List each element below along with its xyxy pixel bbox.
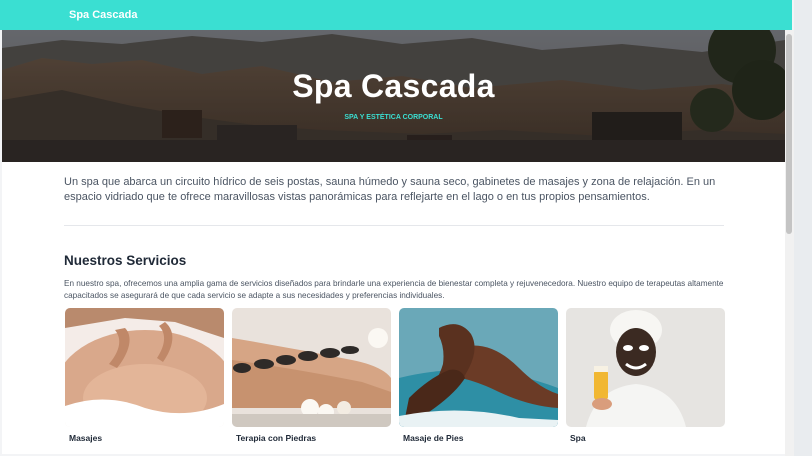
service-label: Terapia con Piedras xyxy=(236,433,317,443)
hero-subtitle: SPA Y ESTÉTICA CORPORAL xyxy=(344,114,443,121)
section-divider xyxy=(64,225,724,226)
brand-link[interactable]: Spa Cascada xyxy=(69,9,137,21)
top-navbar: Spa Cascada xyxy=(2,0,785,30)
service-card-terapia-con-piedras[interactable]: Terapia con Piedras xyxy=(232,308,391,448)
page-frame: Spa Cascada Spa Cascada SPA Y ESTÉTICA C… xyxy=(2,0,785,454)
service-card-masajes[interactable]: Masajes xyxy=(65,308,224,448)
window-gutter xyxy=(794,0,812,456)
hot-stones-photo xyxy=(232,308,391,427)
vertical-scrollbar[interactable] xyxy=(785,30,794,456)
hero-title: Spa Cascada xyxy=(292,68,495,104)
service-label: Masajes xyxy=(69,433,103,443)
service-label: Masaje de Pies xyxy=(403,433,464,443)
hero-banner: Spa Cascada SPA Y ESTÉTICA CORPORAL xyxy=(2,30,785,162)
massage-photo xyxy=(65,308,224,427)
services-heading: Nuestros Servicios xyxy=(64,253,187,268)
intro-paragraph: Un spa que abarca un circuito hídrico de… xyxy=(64,176,716,203)
service-label: Spa xyxy=(570,433,586,443)
face-mask-photo xyxy=(566,308,725,427)
service-card-spa[interactable]: Spa xyxy=(566,308,725,448)
foot-massage-photo xyxy=(399,308,558,427)
scrollbar-thumb[interactable] xyxy=(786,34,792,234)
services-description: En nuestro spa, ofrecemos una amplia gam… xyxy=(64,279,724,300)
service-card-masaje-de-pies[interactable]: Masaje de Pies xyxy=(399,308,558,448)
